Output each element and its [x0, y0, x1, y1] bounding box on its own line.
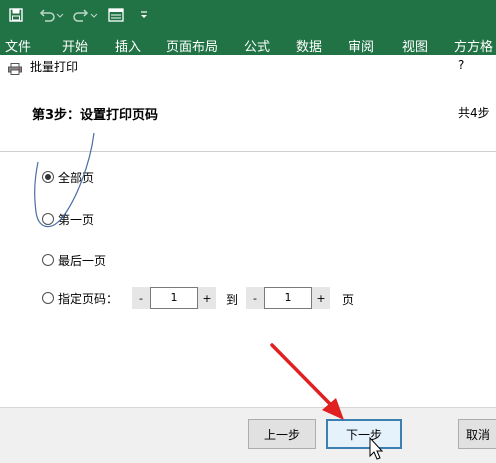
radio-page-range[interactable]: [42, 292, 54, 304]
tab-home[interactable]: 开始: [62, 36, 88, 55]
cancel-button[interactable]: 取消: [458, 419, 496, 449]
tab-formulas[interactable]: 公式: [244, 36, 270, 55]
range-to-label: 到: [226, 293, 239, 307]
radio-all-pages[interactable]: [42, 171, 54, 183]
to-increment-button[interactable]: +: [312, 287, 330, 309]
print-icon: [8, 60, 22, 75]
from-page-input[interactable]: 1: [150, 287, 198, 309]
radio-first-page[interactable]: [42, 213, 54, 225]
save-icon[interactable]: [4, 0, 28, 30]
dialog-title: 批量打印: [30, 60, 79, 74]
dialog-footer: 上一步 下一步 取消: [0, 407, 496, 463]
option-page-range[interactable]: 指定页码：: [42, 289, 118, 307]
tab-insert[interactable]: 插入: [115, 36, 141, 55]
to-page-input[interactable]: 1: [264, 287, 312, 309]
to-decrement-button[interactable]: -: [246, 287, 264, 309]
radio-last-page[interactable]: [42, 254, 54, 266]
tab-page-layout[interactable]: 页面布局: [166, 36, 218, 55]
tab-review[interactable]: 审阅: [348, 36, 374, 55]
option-last-page[interactable]: 最后一页: [42, 251, 106, 269]
range-unit-label: 页: [342, 293, 355, 307]
from-page-spinner: - 1 +: [132, 287, 216, 309]
ribbon-tab-bar: 文件 开始 插入 页面布局 公式 数据 审阅 视图 方方格: [0, 30, 496, 58]
tab-file[interactable]: 文件: [5, 36, 31, 55]
prev-step-button[interactable]: 上一步: [248, 419, 316, 449]
step-header: 第3步：设置打印页码 共4步: [0, 77, 496, 152]
form-icon[interactable]: [104, 0, 128, 30]
tab-data[interactable]: 数据: [296, 36, 322, 55]
step-title: 第3步：设置打印页码: [32, 108, 159, 123]
option-last-page-label: 最后一页: [58, 253, 107, 268]
from-decrement-button[interactable]: -: [132, 287, 150, 309]
tab-ffcell[interactable]: 方方格: [454, 36, 493, 55]
option-all-pages-label: 全部页: [58, 170, 95, 185]
dialog-titlebar: 批量打印 ?: [0, 55, 496, 77]
help-button[interactable]: ?: [458, 58, 464, 72]
option-first-page[interactable]: 第一页: [42, 210, 94, 228]
header-divider: [0, 151, 496, 152]
undo-icon[interactable]: [36, 0, 66, 30]
option-page-range-label: 指定页码：: [58, 291, 119, 306]
customize-icon[interactable]: [136, 0, 152, 30]
redo-icon[interactable]: [70, 0, 100, 30]
screenshot-root: 文件 开始 插入 页面布局 公式 数据 审阅 视图 方方格 批量打印 ? 第3步…: [0, 0, 496, 463]
option-first-page-label: 第一页: [58, 212, 95, 227]
to-page-spinner: - 1 +: [246, 287, 330, 309]
next-step-button[interactable]: 下一步: [326, 419, 402, 449]
quick-access-toolbar: [0, 0, 496, 30]
tab-view[interactable]: 视图: [402, 36, 428, 55]
option-all-pages[interactable]: 全部页: [42, 168, 94, 186]
from-increment-button[interactable]: +: [198, 287, 216, 309]
step-count: 共4步: [458, 106, 490, 120]
batch-print-dialog: 批量打印 ? 第3步：设置打印页码 共4步 全部页 第一页 最后一页 指定页码：…: [0, 55, 496, 463]
